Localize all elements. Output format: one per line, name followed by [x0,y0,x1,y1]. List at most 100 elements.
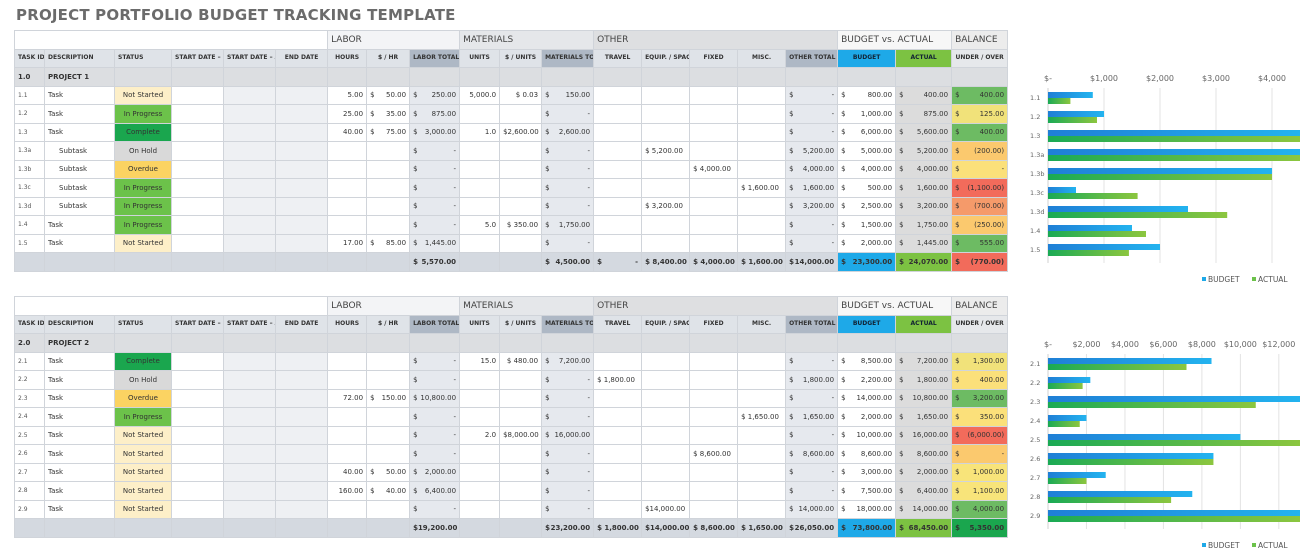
task-row[interactable]: 2.8 Task Not Started 160.00 $40.00 $6,400.00 $… [14,481,1009,501]
balance-cell[interactable]: $1,100.00 [951,481,1009,501]
equip-cell[interactable] [641,233,691,253]
col-rate[interactable]: $ / HR [366,314,411,334]
actual-cell[interactable]: $10,800.00 [895,388,953,408]
balance-cell[interactable]: $400.00 [951,370,1009,390]
task-description[interactable]: Task [44,462,115,482]
fixed-cell[interactable] [689,178,739,198]
col-start-planned[interactable]: START DATE – PLANNED – [171,48,224,68]
col-hours[interactable]: HOURS [327,48,368,68]
rate-cell[interactable] [366,141,411,161]
col-fixed[interactable]: FIXED [689,314,739,334]
task-row[interactable]: 1.5 Task Not Started 17.00 $85.00 $1,445.00 $ -… [14,233,1009,253]
col-status[interactable]: STATUS [114,48,172,68]
other-total-cell[interactable]: $8,600.00 [785,444,839,464]
start-actual-cell[interactable] [223,425,276,445]
rate-cell[interactable] [366,178,411,198]
start-actual-cell[interactable] [223,462,276,482]
labor-total-cell[interactable]: $3,000.00 [409,122,461,142]
budget-sum[interactable]: $23,300.00 [837,252,897,272]
col-materials-total[interactable]: MATERIALS TOTAL [541,48,595,68]
budget-cell[interactable]: $10,000.00 [837,425,897,445]
other-total-cell[interactable]: $1,600.00 [785,178,839,198]
other-total-cell[interactable]: $ - [785,85,839,105]
start-actual-cell[interactable] [223,122,276,142]
col-misc[interactable]: MISC. [737,48,787,68]
fixed-cell[interactable] [689,499,739,519]
col-under-over[interactable]: UNDER / OVER [951,314,1009,334]
balance-sum[interactable]: $ (770.00) [951,252,1009,272]
hours-cell[interactable] [327,444,368,464]
budget-cell[interactable]: $800.00 [837,85,897,105]
actual-cell[interactable]: $6,400.00 [895,481,953,501]
labor-total-cell[interactable]: $1,445.00 [409,233,461,253]
balance-cell[interactable]: $4,000.00 [951,499,1009,519]
start-planned-cell[interactable] [171,85,224,105]
col-labor-total[interactable]: LABOR TOTAL [409,314,461,334]
actual-cell[interactable]: $1,445.00 [895,233,953,253]
end-date-cell[interactable] [274,370,329,390]
hours-cell[interactable]: 17.00 [327,233,368,253]
travel-cell[interactable] [593,178,643,198]
units-cell[interactable] [459,196,501,216]
units-cell[interactable]: 1.0 [459,122,501,142]
unit-price-cell[interactable]: $2,600.00 [499,122,543,142]
end-date-cell[interactable] [274,122,329,142]
start-planned-cell[interactable] [171,481,224,501]
status-badge[interactable]: Not Started [114,499,172,519]
fixed-cell[interactable] [689,370,739,390]
end-date-cell[interactable] [274,407,329,427]
hours-cell[interactable] [327,215,368,235]
labor-total-cell[interactable]: $ - [409,351,461,371]
hours-cell[interactable] [327,141,368,161]
labor-total-cell[interactable]: $ - [409,407,461,427]
labor-total-sum[interactable]: $5,570.00 [409,252,461,272]
balance-cell[interactable]: $400.00 [951,85,1009,105]
col-description[interactable]: DESCRIPTION [44,314,115,334]
end-date-cell[interactable] [274,141,329,161]
task-row[interactable]: 1.2 Task In Progress 25.00 $35.00 $875.00 $ - $ -… [14,104,1009,124]
start-actual-cell[interactable] [223,159,276,179]
rate-cell[interactable] [366,215,411,235]
start-planned-cell[interactable] [171,407,224,427]
actual-cell[interactable]: $14,000.00 [895,499,953,519]
budget-cell[interactable]: $1,000.00 [837,104,897,124]
materials-total-cell[interactable]: $ - [541,141,595,161]
hours-cell[interactable] [327,425,368,445]
equip-cell[interactable] [641,388,691,408]
materials-total-cell[interactable]: $7,200.00 [541,351,595,371]
col-equip[interactable]: EQUIP. / SPACE [641,314,691,334]
end-date-cell[interactable] [274,159,329,179]
other-total-cell[interactable]: $4,000.00 [785,159,839,179]
status-badge[interactable]: Overdue [114,388,172,408]
col-units[interactable]: UNITS [459,314,501,334]
actual-cell[interactable]: $1,650.00 [895,407,953,427]
materials-total-cell[interactable]: $ - [541,159,595,179]
task-row[interactable]: 1.3a Subtask On Hold $ - $ - $ 5,200.00 $5,200.0… [14,141,1009,161]
col-actual[interactable]: ACTUAL [895,314,953,334]
col-start-planned[interactable]: START DATE – PLANNED – [171,314,224,334]
travel-cell[interactable] [593,85,643,105]
start-actual-cell[interactable] [223,351,276,371]
actual-cell[interactable]: $1,600.00 [895,178,953,198]
hours-cell[interactable] [327,159,368,179]
fixed-cell[interactable]: $ 8,600.00 [689,444,739,464]
travel-cell[interactable] [593,388,643,408]
fixed-cell[interactable] [689,351,739,371]
col-units[interactable]: UNITS [459,48,501,68]
start-actual-cell[interactable] [223,85,276,105]
travel-cell[interactable] [593,159,643,179]
budget-cell[interactable]: $3,000.00 [837,462,897,482]
balance-cell[interactable]: $ - [951,444,1009,464]
equip-cell[interactable] [641,159,691,179]
other-total-cell[interactable]: $1,800.00 [785,370,839,390]
start-actual-cell[interactable] [223,444,276,464]
rate-cell[interactable]: $50.00 [366,462,411,482]
actual-cell[interactable]: $5,200.00 [895,141,953,161]
materials-total-cell[interactable]: $1,750.00 [541,215,595,235]
balance-cell[interactable]: $3,200.00 [951,388,1009,408]
materials-total-cell[interactable]: $ - [541,407,595,427]
misc-cell[interactable] [737,388,787,408]
balance-cell[interactable]: $350.00 [951,407,1009,427]
balance-sum[interactable]: $5,350.00 [951,518,1009,538]
status-badge[interactable]: In Progress [114,196,172,216]
